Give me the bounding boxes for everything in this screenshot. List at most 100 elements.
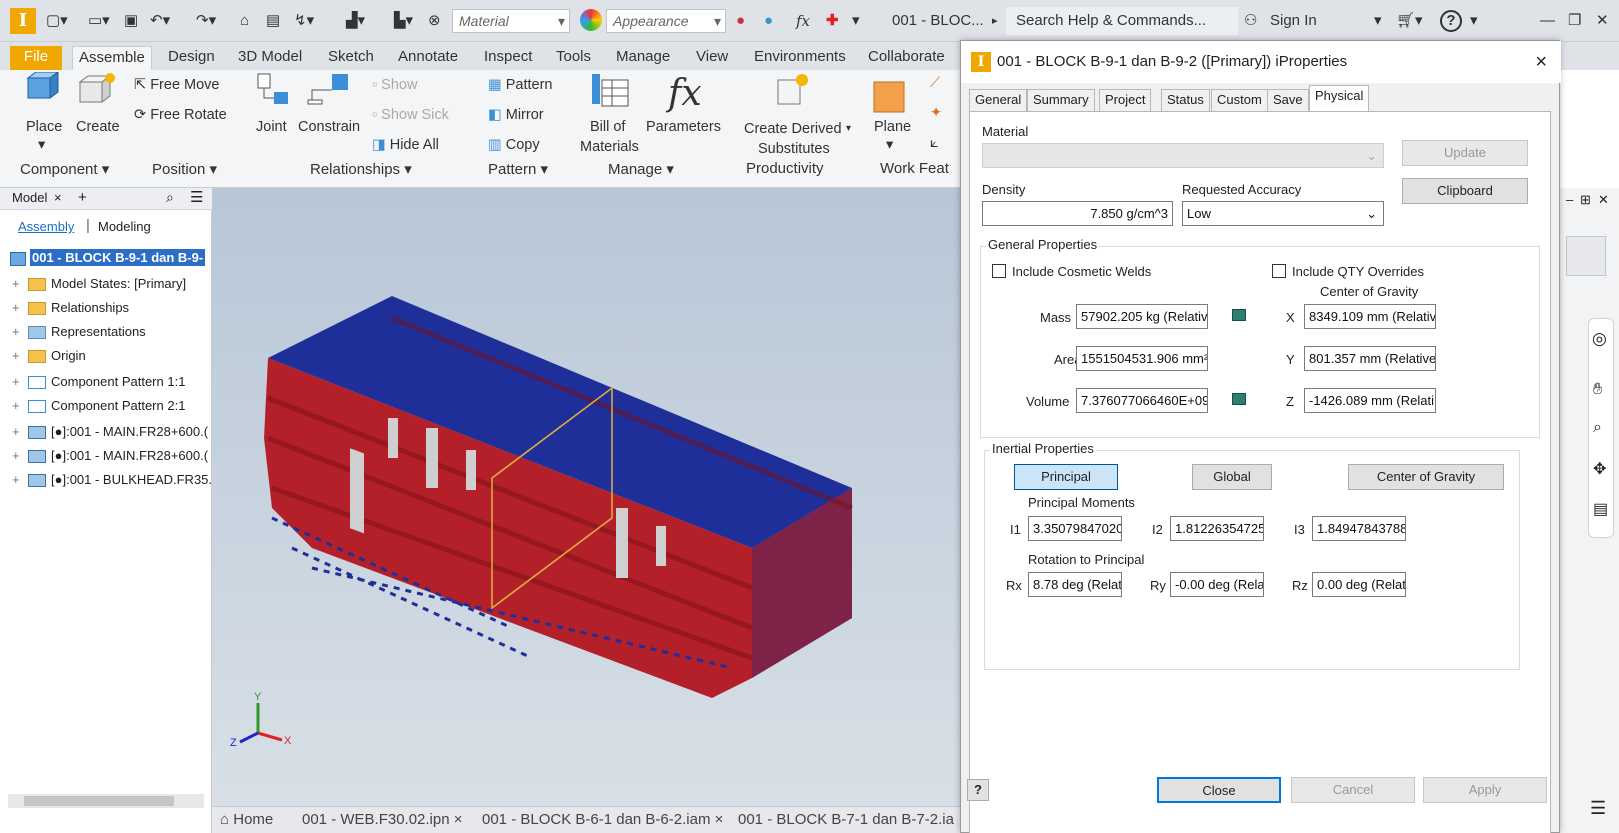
i3-field[interactable]: 1.84947843788: [1312, 516, 1406, 541]
pan-icon[interactable]: ✋︎: [1593, 381, 1602, 399]
tree-item[interactable]: + [●]:001 - MAIN.FR28+600.(: [12, 446, 208, 466]
update-icon[interactable]: ▤: [266, 10, 280, 32]
cog-y-field[interactable]: 801.357 mm (Relative: [1304, 346, 1436, 371]
clipboard-button[interactable]: Clipboard: [1402, 178, 1528, 204]
cosmetic-welds-checkbox[interactable]: [992, 264, 1006, 278]
calculator-icon[interactable]: [1232, 393, 1246, 405]
free-rotate-button[interactable]: ⟳ Free Rotate: [134, 106, 227, 124]
create-button[interactable]: Create: [76, 118, 120, 136]
menu-icon[interactable]: ☰: [190, 188, 203, 206]
place-button[interactable]: Place: [26, 118, 62, 136]
area-field[interactable]: 1551504531.906 mm²: [1076, 346, 1208, 371]
free-move-button[interactable]: ⇱ Free Move: [134, 76, 220, 94]
chevron-down-icon[interactable]: ▾: [1470, 10, 1478, 32]
rx-field[interactable]: 8.78 deg (Relat: [1028, 572, 1122, 597]
mass-field[interactable]: 57902.205 kg (Relativ: [1076, 304, 1208, 329]
density-field[interactable]: 7.850 g/cm^3: [982, 201, 1173, 226]
tab-status[interactable]: Status: [1161, 89, 1210, 111]
home-tab[interactable]: ⌂ Home: [220, 811, 273, 828]
tab-tools[interactable]: Tools: [550, 46, 597, 70]
orbit-icon[interactable]: ✥: [1593, 459, 1606, 479]
show-button[interactable]: ▫ Show: [372, 76, 417, 94]
undo-icon[interactable]: ↶▾: [150, 10, 170, 32]
help-icon[interactable]: ?: [1440, 10, 1462, 32]
chevron-down-icon[interactable]: ▾: [38, 136, 45, 154]
parameters-button[interactable]: Parameters: [646, 118, 721, 136]
viewcube[interactable]: [1566, 236, 1606, 276]
principal-button[interactable]: Principal: [1014, 464, 1118, 490]
add-icon[interactable]: +: [78, 189, 87, 206]
appearance-select[interactable]: Appearance ▾: [606, 9, 726, 33]
material-select[interactable]: ⌄: [982, 143, 1384, 168]
user-icon[interactable]: ⚇: [1244, 10, 1257, 32]
browser-root[interactable]: 001 - BLOCK B-9-1 dan B-9-: [10, 248, 206, 268]
panel-position[interactable]: Position ▾: [152, 160, 217, 178]
tree-item[interactable]: + Representations: [12, 322, 146, 342]
tab-manage[interactable]: Manage: [610, 46, 676, 70]
tab-summary[interactable]: Summary: [1027, 89, 1095, 111]
select-icon[interactable]: ▟▾: [346, 10, 365, 32]
calculator-icon[interactable]: [1232, 309, 1246, 321]
chevron-down-icon[interactable]: ▾: [886, 136, 893, 154]
tab-environments[interactable]: Environments: [748, 46, 852, 70]
show-sick-button[interactable]: ▫ Show Sick: [372, 106, 449, 124]
panel-relationships[interactable]: Relationships ▾: [310, 160, 412, 178]
tab-collaborate[interactable]: Collaborate: [862, 46, 951, 70]
inventor-logo-icon[interactable]: I: [10, 8, 36, 34]
tab-general[interactable]: General: [969, 89, 1028, 111]
tab-sketch[interactable]: Sketch: [322, 46, 380, 70]
close-button[interactable]: Close: [1157, 777, 1281, 803]
pattern-button[interactable]: ▦ Pattern: [488, 76, 552, 94]
work-point-icon[interactable]: ✦: [930, 104, 942, 122]
close-icon[interactable]: ×: [454, 811, 463, 828]
doc-tab-web[interactable]: 001 - WEB.F30.02.ipn ×: [302, 811, 463, 828]
save-icon[interactable]: ▣: [124, 10, 138, 32]
hide-all-button[interactable]: ◨ Hide All: [372, 136, 439, 154]
tab-physical[interactable]: Physical: [1309, 85, 1370, 112]
substitutes-button[interactable]: Substitutes: [758, 140, 830, 158]
fx-icon[interactable]: fx: [796, 10, 810, 32]
restore-icon[interactable]: ❐: [1568, 10, 1581, 32]
create-derived-button[interactable]: Create Derived: [744, 120, 842, 138]
bill-of-materials-button[interactable]: Bill of: [590, 118, 625, 136]
volume-field[interactable]: 7.376077066460E+09: [1076, 388, 1208, 413]
close-icon[interactable]: ✕: [1598, 192, 1609, 208]
constrain-button[interactable]: Constrain: [298, 118, 360, 136]
scrollbar-thumb[interactable]: [24, 796, 174, 806]
clear-appearance-icon[interactable]: ●: [764, 10, 773, 32]
doc-tab-block-b7[interactable]: 001 - BLOCK B-7-1 dan B-7-2.ia: [738, 811, 954, 828]
cog-z-field[interactable]: -1426.089 mm (Relati: [1304, 388, 1436, 413]
zoom-icon[interactable]: ⌕: [1593, 419, 1602, 437]
expand-icon[interactable]: ▸: [992, 10, 998, 32]
cancel-button[interactable]: Cancel: [1291, 777, 1415, 803]
plus-icon[interactable]: ✚: [826, 10, 839, 32]
copy-button[interactable]: ▥ Copy: [488, 136, 540, 154]
tab-annotate[interactable]: Annotate: [392, 46, 464, 70]
bill-of-materials-button-line2[interactable]: Materials: [580, 138, 639, 156]
update-button[interactable]: Update: [1402, 140, 1528, 166]
browser-tab-model[interactable]: Model: [12, 190, 47, 205]
link-icon[interactable]: ▙▾: [394, 10, 413, 32]
panel-pattern[interactable]: Pattern ▾: [488, 160, 548, 178]
cart-icon[interactable]: 🛒︎▾: [1396, 10, 1423, 32]
minimize-icon[interactable]: –: [1566, 192, 1573, 207]
chevron-down-icon[interactable]: ▾: [846, 120, 851, 138]
panel-manage[interactable]: Manage ▾: [608, 160, 674, 178]
look-at-icon[interactable]: ▤: [1593, 499, 1608, 519]
sign-in-link[interactable]: Sign In: [1270, 10, 1317, 32]
measure-icon[interactable]: ↯▾: [294, 10, 314, 32]
tab-save[interactable]: Save: [1267, 89, 1309, 111]
help-button[interactable]: ?: [967, 779, 989, 801]
restore-icon[interactable]: ⊞: [1580, 192, 1591, 208]
cog-x-field[interactable]: 8349.109 mm (Relativ: [1304, 304, 1436, 329]
panel-component[interactable]: Component ▾: [20, 160, 109, 178]
tree-item[interactable]: + Relationships: [12, 298, 129, 318]
minimize-icon[interactable]: —: [1540, 10, 1555, 32]
redo-icon[interactable]: ↷▾: [196, 10, 216, 32]
menu-icon[interactable]: ☰: [1590, 798, 1606, 819]
search-help-input[interactable]: Search Help & Commands...: [1006, 7, 1238, 35]
tree-item[interactable]: + [●]:001 - BULKHEAD.FR35.(: [12, 470, 216, 490]
joint-button[interactable]: Joint: [256, 118, 287, 136]
i2-field[interactable]: 1.81226354725: [1170, 516, 1264, 541]
search-icon[interactable]: ⌕: [166, 189, 174, 206]
